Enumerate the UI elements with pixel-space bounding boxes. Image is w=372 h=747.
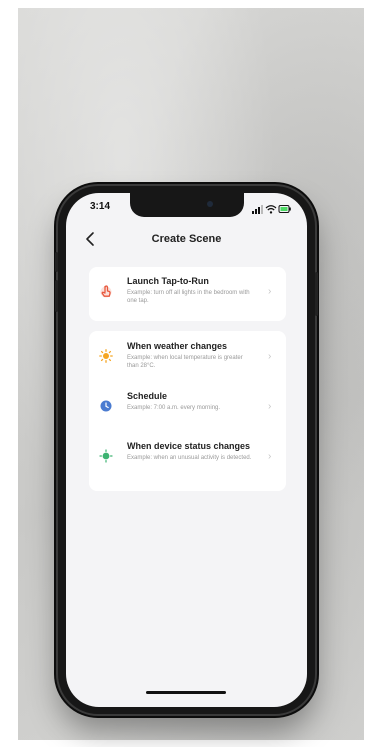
list-item-launch-tap-to-run[interactable]: Launch Tap-to-Run Example: turn off all … bbox=[89, 272, 286, 316]
sun-icon bbox=[99, 349, 113, 363]
item-title: When device status changes bbox=[127, 441, 251, 451]
phone-screen: 3:14 Create Scene Launch Tap-to-Run Exam… bbox=[66, 193, 307, 707]
phone-side-button-left bbox=[55, 252, 58, 272]
camera-icon bbox=[207, 201, 213, 207]
device-status-icon bbox=[99, 449, 113, 463]
chevron-right-icon: › bbox=[268, 351, 272, 362]
list-item-when-weather-changes[interactable]: When weather changes Example: when local… bbox=[89, 337, 286, 381]
condition-card: When weather changes Example: when local… bbox=[89, 331, 286, 491]
item-title: When weather changes bbox=[127, 341, 228, 351]
item-title: Launch Tap-to-Run bbox=[127, 276, 209, 286]
home-indicator[interactable] bbox=[146, 691, 226, 694]
item-description: Example: turn off all lights in the bedr… bbox=[127, 290, 250, 304]
screen-header: Create Scene bbox=[66, 229, 307, 253]
list-item-schedule[interactable]: Schedule Example: 7:00 a.m. every mornin… bbox=[89, 387, 286, 431]
status-icons bbox=[252, 201, 292, 214]
phone-volume-button bbox=[55, 280, 58, 312]
wifi-icon bbox=[265, 205, 277, 214]
chevron-right-icon: › bbox=[268, 401, 272, 412]
hand-tap-icon bbox=[99, 284, 113, 298]
phone-power-button bbox=[315, 272, 318, 316]
page-title: Create Scene bbox=[151, 233, 222, 245]
signal-icon bbox=[252, 205, 263, 214]
item-description: Example: 7:00 a.m. every morning. bbox=[127, 405, 221, 411]
item-description: Example: when local temperature is great… bbox=[127, 355, 243, 369]
item-description: Example: when an unusual activity is det… bbox=[127, 455, 252, 461]
battery-icon bbox=[278, 205, 291, 213]
chevron-right-icon: › bbox=[268, 286, 272, 297]
chevron-right-icon: › bbox=[268, 451, 272, 462]
item-title: Schedule bbox=[127, 391, 168, 401]
tap-to-run-card: Launch Tap-to-Run Example: turn off all … bbox=[89, 267, 286, 321]
phone-notch bbox=[130, 193, 244, 217]
clock-icon bbox=[99, 399, 113, 413]
list-item-when-device-status-changes[interactable]: When device status changes Example: when… bbox=[89, 437, 286, 481]
status-time: 3:14 bbox=[90, 201, 111, 212]
